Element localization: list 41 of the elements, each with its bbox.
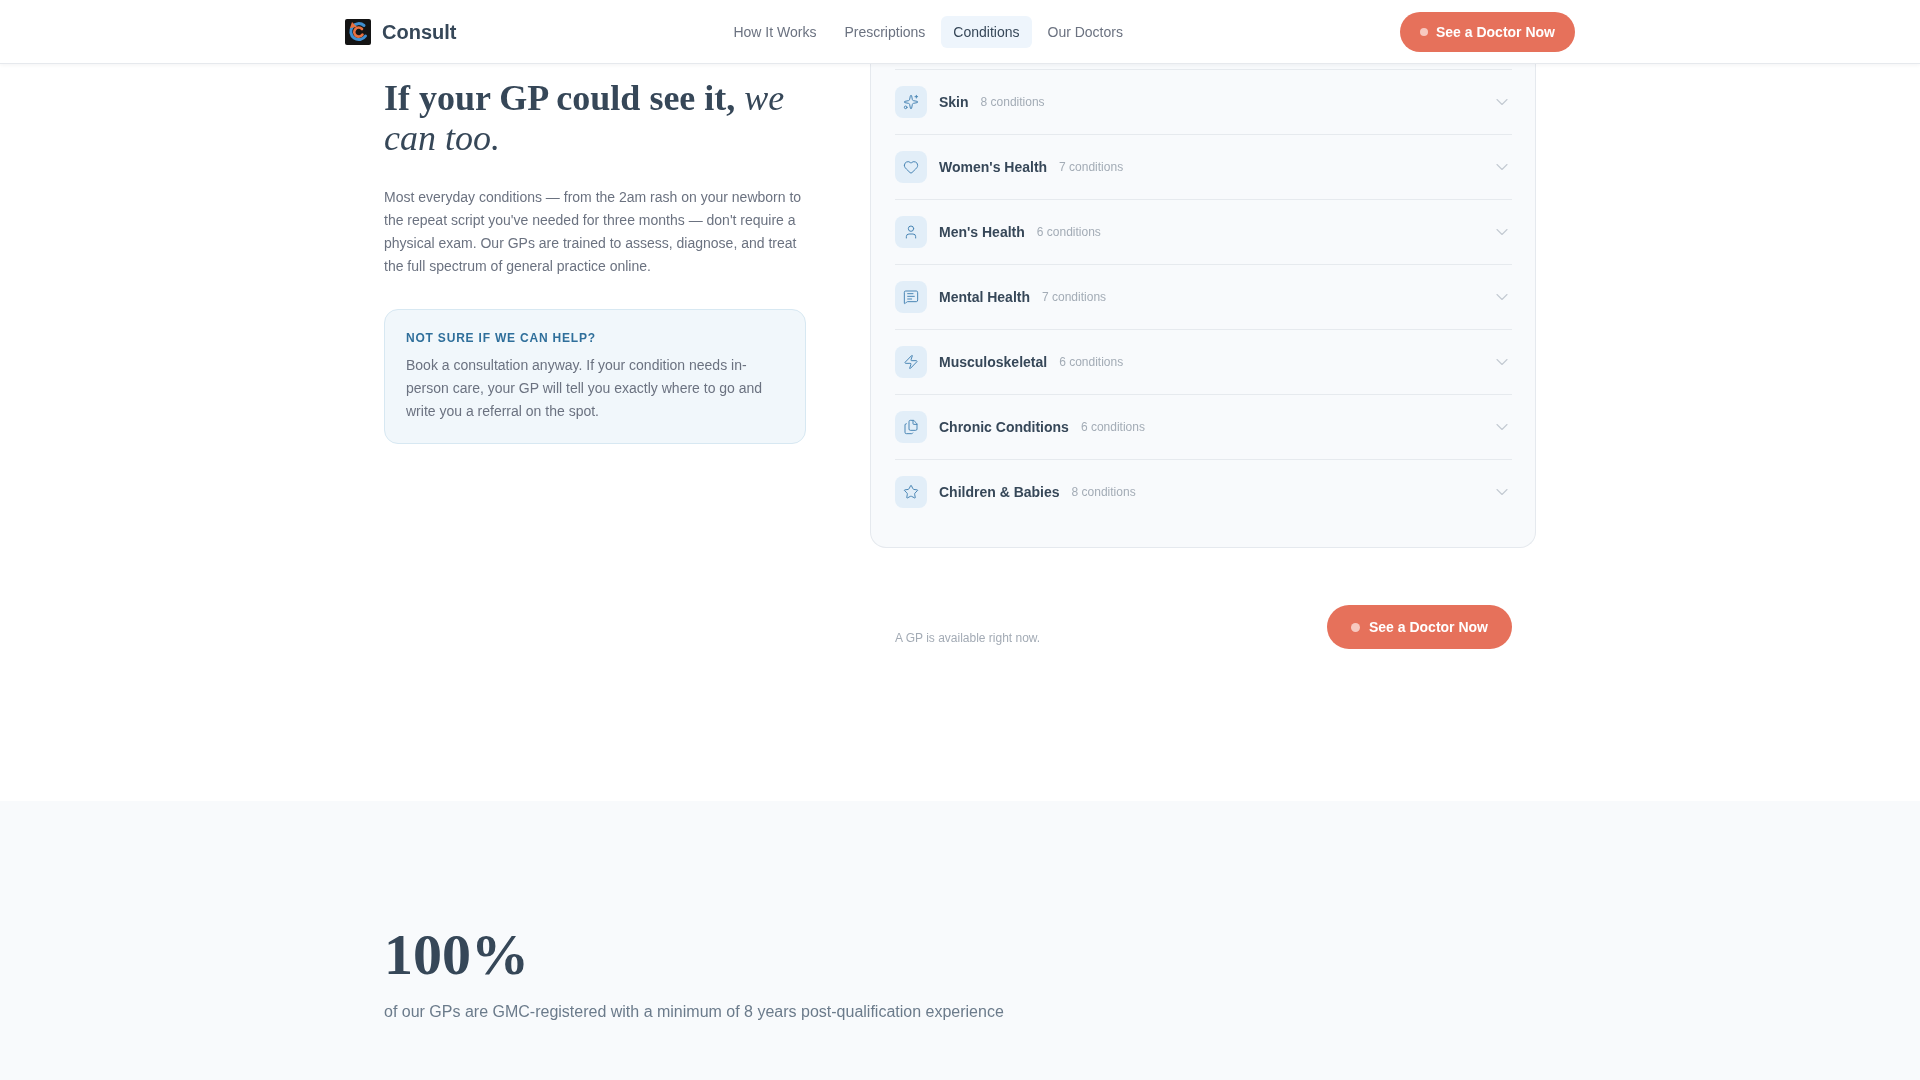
accordion-row[interactable]: Mental Health 7 conditions [895, 264, 1512, 329]
condition-name: Musculoskeletal [939, 353, 1048, 371]
condition-name: Men's Health [939, 223, 1025, 241]
callout-text: Book a consultation anyway. If your condition needs in-person care, your GP will tell you exactly where to go and write you a referral on the spot. [406, 356, 764, 421]
speech-bubble-icon [895, 281, 927, 313]
availability-note: A GP is available right now. [895, 630, 1041, 646]
intro-text: Most everyday conditions — from the 2am rash on your newborn to the repeat script you've needed for three months — don't require a physical exam. Our GPs are trained to assess, diagnose, and treat the full spectrum of general practice online. [384, 188, 803, 276]
nav-link[interactable]: Conditions [941, 15, 1032, 48]
callout-title: NOT SURE IF WE CAN HELP? [406, 330, 597, 346]
status-dot-icon [1350, 622, 1360, 632]
condition-name: Mental Health [939, 288, 1030, 306]
condition-name: Children & Babies [939, 483, 1060, 501]
person-icon [895, 216, 927, 248]
lightning-icon [895, 346, 927, 378]
condition-count: 7 conditions [1042, 289, 1107, 305]
status-dot-icon [1419, 27, 1428, 36]
accordion-row[interactable]: Chronic Conditions 6 conditions [895, 394, 1512, 459]
sparkles-icon [895, 86, 927, 118]
accordion-row[interactable]: Musculoskeletal 6 conditions [895, 329, 1512, 394]
brand-name: Consult [382, 19, 457, 44]
accordion-row[interactable]: Men's Health 6 conditions [895, 199, 1512, 264]
condition-name: Women's Health [939, 158, 1048, 176]
accordion-row[interactable]: Children & Babies 8 conditions [895, 459, 1512, 524]
nav-link[interactable]: Prescriptions [832, 15, 938, 48]
stat-caption: of our GPs are GMC-registered with a minimum of 8 years post-qualification experience [384, 1002, 1005, 1022]
condition-count: 6 conditions [1036, 224, 1101, 240]
accordion-row[interactable]: Women's Health 7 conditions [895, 134, 1512, 199]
condition-count: 8 conditions [1071, 484, 1136, 500]
nav-link[interactable]: How It Works [721, 15, 829, 48]
condition-name: Chronic Conditions [939, 418, 1069, 436]
documents-icon [895, 411, 927, 443]
stat-value: 100% [384, 923, 530, 987]
logo-icon [345, 18, 371, 45]
condition-name: Skin [939, 93, 969, 111]
condition-count: 8 conditions [980, 94, 1045, 110]
condition-count: 6 conditions [1080, 419, 1145, 435]
nav-link[interactable]: Our Doctors [1035, 15, 1135, 48]
accordion-row[interactable]: Skin 8 conditions [895, 69, 1512, 134]
page-heading: If your GP could see it, we can too. [384, 78, 786, 158]
condition-count: 6 conditions [1059, 354, 1124, 370]
condition-count: 7 conditions [1059, 159, 1124, 175]
